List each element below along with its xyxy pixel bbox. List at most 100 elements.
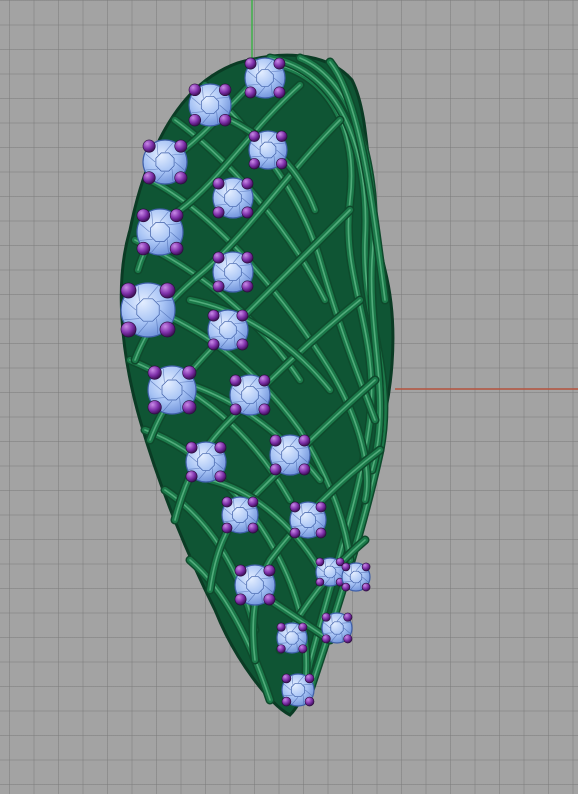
gem-setting xyxy=(321,612,353,644)
gem-setting xyxy=(120,282,176,338)
gem-setting xyxy=(221,496,259,534)
prong xyxy=(236,309,249,322)
prong xyxy=(244,57,257,70)
prong xyxy=(234,593,247,606)
prong xyxy=(188,83,202,97)
prong xyxy=(273,86,286,99)
prong xyxy=(159,282,176,299)
prong xyxy=(142,139,156,153)
prong xyxy=(185,441,198,454)
prong xyxy=(218,113,232,127)
prong xyxy=(276,622,286,632)
gem-setting xyxy=(136,208,184,256)
prong xyxy=(304,673,315,684)
rhino-viewport[interactable] xyxy=(0,0,578,794)
prong xyxy=(212,280,225,293)
prong xyxy=(341,562,351,572)
gem-setting xyxy=(341,562,371,592)
prong xyxy=(241,177,254,190)
prong xyxy=(207,338,220,351)
prong xyxy=(248,158,260,170)
prong xyxy=(269,463,282,476)
gem-setting xyxy=(147,365,197,415)
prong xyxy=(241,280,254,293)
prong xyxy=(341,582,351,592)
prong xyxy=(221,496,233,508)
prong xyxy=(229,403,242,416)
prong xyxy=(182,400,197,415)
prong xyxy=(247,496,259,508)
prong xyxy=(321,634,331,644)
prong xyxy=(321,612,331,622)
gem-setting xyxy=(142,139,188,185)
gem-setting xyxy=(248,130,288,170)
prong xyxy=(361,562,371,572)
prong xyxy=(234,564,247,577)
prong xyxy=(281,673,292,684)
prong xyxy=(343,612,353,622)
prong xyxy=(258,403,271,416)
prong xyxy=(212,177,225,190)
prong xyxy=(136,208,151,223)
prong xyxy=(229,374,242,387)
prong xyxy=(169,208,184,223)
prong xyxy=(241,206,254,219)
gem-setting xyxy=(212,251,254,293)
gem-setting xyxy=(315,557,345,587)
gem-setting xyxy=(207,309,249,351)
prong xyxy=(247,522,259,534)
prong xyxy=(244,86,257,99)
prong xyxy=(276,158,288,170)
prong xyxy=(236,338,249,351)
prong xyxy=(147,365,162,380)
prong xyxy=(174,139,188,153)
prong xyxy=(159,321,176,338)
prong xyxy=(188,113,202,127)
prong xyxy=(298,463,311,476)
prong xyxy=(361,582,371,592)
gem-setting xyxy=(269,434,311,476)
gem-setting xyxy=(188,83,232,127)
prong xyxy=(147,400,162,415)
prong xyxy=(343,634,353,644)
prong xyxy=(136,241,151,256)
prong xyxy=(214,470,227,483)
prong xyxy=(298,644,308,654)
prong xyxy=(214,441,227,454)
prong xyxy=(174,171,188,185)
prong xyxy=(258,374,271,387)
prong xyxy=(185,470,198,483)
prong xyxy=(276,130,288,142)
prong xyxy=(315,501,327,513)
prong xyxy=(289,501,301,513)
prong xyxy=(248,130,260,142)
gem-setting xyxy=(281,673,315,707)
gem-setting xyxy=(212,177,254,219)
prong xyxy=(182,365,197,380)
prong xyxy=(273,57,286,70)
gem-setting xyxy=(289,501,327,539)
gem-setting xyxy=(276,622,308,654)
jewelry-pendant-model[interactable] xyxy=(0,0,578,794)
prong xyxy=(315,557,325,567)
prong xyxy=(276,644,286,654)
prong xyxy=(142,171,156,185)
prong xyxy=(298,622,308,632)
prong xyxy=(315,577,325,587)
gem-setting xyxy=(185,441,227,483)
prong xyxy=(207,309,220,322)
prong xyxy=(269,434,282,447)
prong xyxy=(212,206,225,219)
prong xyxy=(304,696,315,707)
prong xyxy=(263,593,276,606)
gem-setting xyxy=(234,564,276,606)
prong xyxy=(221,522,233,534)
prong xyxy=(315,527,327,539)
prong xyxy=(120,282,137,299)
prong xyxy=(289,527,301,539)
prong xyxy=(263,564,276,577)
gem-setting xyxy=(244,57,286,99)
prong xyxy=(281,696,292,707)
prong xyxy=(212,251,225,264)
prong xyxy=(218,83,232,97)
